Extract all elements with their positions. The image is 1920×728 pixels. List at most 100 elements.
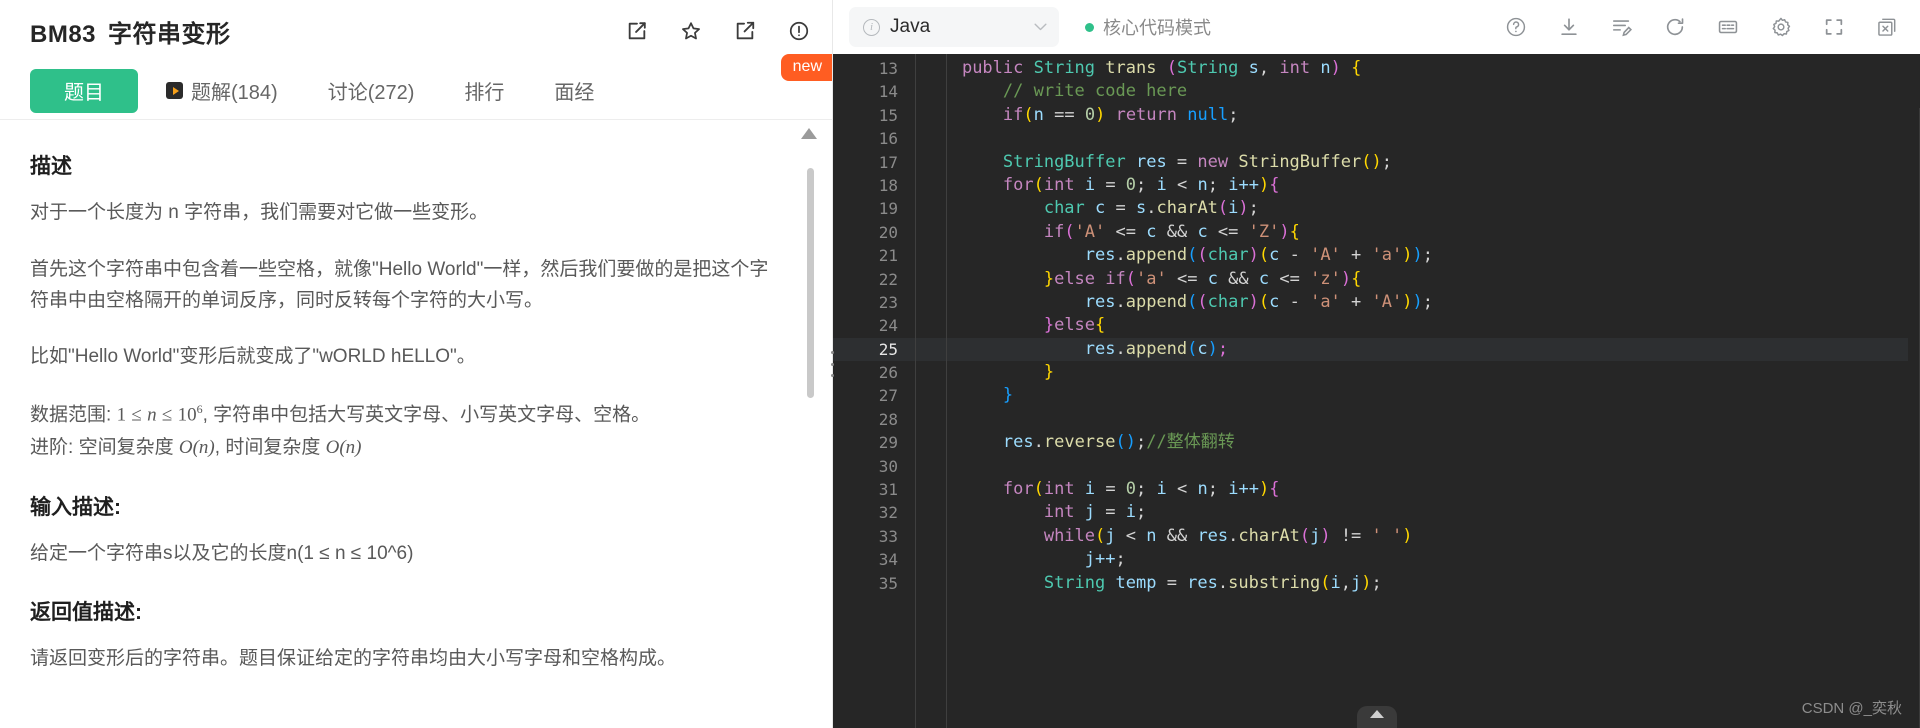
problem-header-actions [626,20,810,42]
tab-solutions[interactable]: 题解(184) [152,69,292,113]
code-token: ( [1258,245,1270,266]
code-token: temp [1115,572,1167,593]
code-line[interactable]: 25 res.append(c); [833,337,1920,362]
code-token: return [1115,104,1177,125]
code-line[interactable]: 32 int j = i; [833,501,1920,524]
data-range-le-2: ≤ [161,404,173,426]
code-line[interactable]: 26 } [833,361,1920,384]
code-token: append [1125,338,1188,359]
code-token: ; [1422,291,1433,312]
code-line[interactable]: 15 if(n == 0) return null; [833,104,1920,127]
star-icon[interactable] [680,20,702,42]
code-token: ; [1381,151,1392,172]
code-token: ) [1361,572,1372,593]
tab-ranking[interactable]: 排行 [450,69,518,113]
code-token: s [1248,58,1259,78]
code-line[interactable]: 33 while(j < n && res.charAt(j) != ' ') [833,525,1920,548]
code-line[interactable]: 23 res.append((char)(c - 'a' + 'A')); [833,291,1920,314]
code-token: append [1125,245,1188,266]
code-token: res [1084,338,1116,359]
code-token: s [1136,198,1147,219]
code-token: ) [1340,268,1352,289]
info-icon[interactable] [788,20,810,42]
help-icon[interactable] [1505,16,1527,38]
code-token: c [1146,221,1167,242]
code-token: <= [1105,221,1147,242]
code-line[interactable]: 14 // write code here [833,80,1920,103]
return-description-text: 请返回变形后的字符串。题目保证给定的字符串均由大小写字母和空格构成。 [30,647,677,669]
code-token: 'a' [1371,245,1403,266]
problem-code: BM83 [30,20,97,48]
code-token: ( [1095,525,1106,546]
tab-discussion[interactable]: 讨论(272) [314,69,429,113]
code-line[interactable]: 35 String temp = res.substring(i,j); [833,572,1920,595]
share-icon[interactable] [734,20,756,42]
code-line-text: for(int i = 0; i < n; i++){ [915,478,1920,501]
code-token: 0 [1125,479,1137,500]
code-editor[interactable]: 13 public String trans (String s, int n)… [833,54,1920,728]
language-select[interactable]: i Java [849,7,1059,47]
code-line[interactable]: 29 res.reverse();//整体翻转 [833,431,1920,454]
code-line[interactable]: 22 }else if('a' <= c && c <= 'z'){ [833,268,1920,291]
line-number: 29 [878,433,898,453]
problem-tabs: 题目 题解(184) 讨论(272) 排行 面经 new [0,54,832,120]
note-edit-icon[interactable] [1611,16,1633,38]
code-line[interactable]: 27 } [833,384,1920,407]
line-number: 26 [878,363,898,383]
line-number: 21 [878,246,898,266]
code-line-text [915,127,1920,150]
close-window-icon[interactable] [1876,16,1898,38]
tab-interview[interactable]: 面经 [540,69,608,113]
line-number: 19 [878,199,898,219]
code-token: ; [1422,245,1433,266]
line-number: 33 [878,526,898,546]
data-range-suffix: , 字符串中包括大写英文字母、小写英文字母、空格。 [202,404,651,426]
code-token: reverse [1043,432,1116,453]
code-line[interactable]: 30 [833,455,1920,478]
fullscreen-icon[interactable] [1823,16,1845,38]
code-token: ) [1125,432,1137,453]
scroll-up-arrow[interactable] [801,128,817,139]
panel-splitter-handle[interactable] [828,351,836,377]
scroll-to-top-button[interactable] [1356,706,1397,728]
refresh-icon[interactable] [1664,16,1686,38]
code-line[interactable]: 24 }else{ [833,314,1920,337]
tab-problem[interactable]: 题目 [30,68,138,113]
code-token: <= [1166,268,1208,289]
code-token: - [1289,291,1311,312]
console-icon[interactable] [1717,16,1739,38]
code-token: String [1033,58,1096,78]
code-line[interactable]: 13 public String trans (String s, int n)… [833,57,1920,80]
code-line[interactable]: 20 if('A' <= c && c <= 'Z'){ [833,221,1920,244]
code-token: + [1340,245,1372,266]
code-token: ' ' [1371,525,1403,546]
data-range-le-1: ≤ [131,404,142,426]
code-token: ; [1136,432,1147,453]
code-token: ; [1217,338,1229,359]
code-token: 'a' [1310,291,1341,312]
input-description-heading: 输入描述: [30,495,121,519]
download-icon[interactable] [1558,16,1580,38]
code-line[interactable]: 18 for(int i = 0; i < n; i++){ [833,174,1920,197]
code-line[interactable]: 16 [833,127,1920,150]
code-token: ( [1115,432,1126,453]
code-line[interactable]: 34 j++; [833,548,1920,571]
code-token: StringBuffer [1238,151,1362,172]
code-line[interactable]: 17 StringBuffer res = new StringBuffer()… [833,151,1920,174]
code-line[interactable]: 19 char c = s.charAt(i); [833,197,1920,220]
code-line[interactable]: 28 [833,408,1920,431]
code-token: ) [1371,151,1382,172]
code-token: ; [1115,549,1126,570]
code-token: j [1310,525,1321,546]
description-scrollbar-thumb[interactable] [807,168,814,398]
code-token: = [1105,479,1126,500]
code-line[interactable]: 21 res.append((char)(c - 'A' + 'a')); [833,244,1920,267]
settings-gear-icon[interactable] [1770,16,1792,38]
edit-icon[interactable] [626,20,648,42]
code-token: ) [1402,525,1413,546]
code-mode-label: 核心代码模式 [1103,18,1211,38]
code-line[interactable]: 31 for(int i = 0; i < n; i++){ [833,478,1920,501]
